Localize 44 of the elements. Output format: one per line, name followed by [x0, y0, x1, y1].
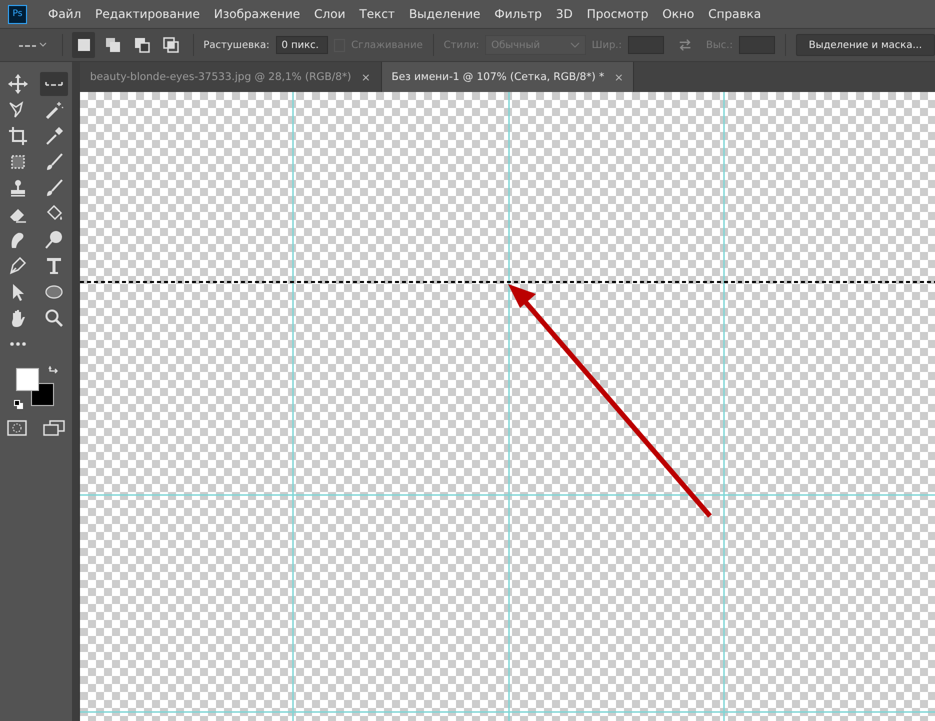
menu-item[interactable]: Слои: [307, 7, 352, 21]
tool-button[interactable]: [40, 72, 68, 96]
selection-mode-button[interactable]: [72, 32, 96, 58]
brush-icon: [44, 152, 64, 172]
menu-item[interactable]: Фильтр: [487, 7, 549, 21]
screen-mode-icon[interactable]: [43, 420, 65, 436]
menu-item[interactable]: Просмотр: [580, 7, 656, 21]
swap-icon[interactable]: [678, 38, 692, 52]
menu-item[interactable]: 3D: [548, 7, 580, 21]
magnifier-icon: [44, 230, 64, 250]
move-icon: [8, 74, 28, 94]
zoom-icon: [44, 308, 64, 328]
quick-mask-icon[interactable]: [7, 420, 27, 436]
document-tab[interactable]: Без имени-1 @ 107% (Сетка, RGB/8*) * ×: [382, 62, 634, 92]
marquee-icon: [18, 40, 48, 50]
crop-icon: [8, 126, 28, 146]
menu-item[interactable]: Изображение: [206, 7, 308, 21]
type-icon: [44, 256, 64, 276]
close-tab-button[interactable]: ×: [614, 70, 624, 84]
more-icon: [8, 341, 28, 347]
caret-icon: [570, 42, 580, 48]
color-swatches-icon[interactable]: [16, 368, 54, 406]
menu-item[interactable]: Текст: [352, 7, 402, 21]
pen-icon: [8, 256, 28, 276]
mode-subtract-icon: [132, 36, 151, 54]
select-and-mask-button[interactable]: Выделение и маска...: [796, 34, 935, 56]
app-logo: Ps: [8, 4, 27, 24]
marquee-icon: [44, 81, 64, 87]
default-colors-icon[interactable]: [14, 400, 24, 410]
magic-wand-icon: [44, 100, 64, 120]
menu-item[interactable]: Файл: [41, 7, 88, 21]
menu-item[interactable]: Выделение: [402, 7, 488, 21]
menu-item[interactable]: Редактирование: [88, 7, 207, 21]
close-tab-button[interactable]: ×: [361, 70, 370, 84]
menu-item[interactable]: Окно: [655, 7, 702, 21]
feather-field[interactable]: 0 пикс.: [276, 36, 328, 54]
brush-icon: [44, 178, 64, 198]
eyedropper-icon: [44, 126, 64, 146]
menu-item[interactable]: Справка: [701, 7, 768, 21]
feather-label: Растушевка:: [203, 40, 270, 50]
stamp-icon: [8, 178, 28, 198]
mode-add-icon: [104, 36, 122, 54]
swap-colors-icon[interactable]: [48, 366, 58, 376]
mode-intersect-icon: [162, 36, 180, 54]
